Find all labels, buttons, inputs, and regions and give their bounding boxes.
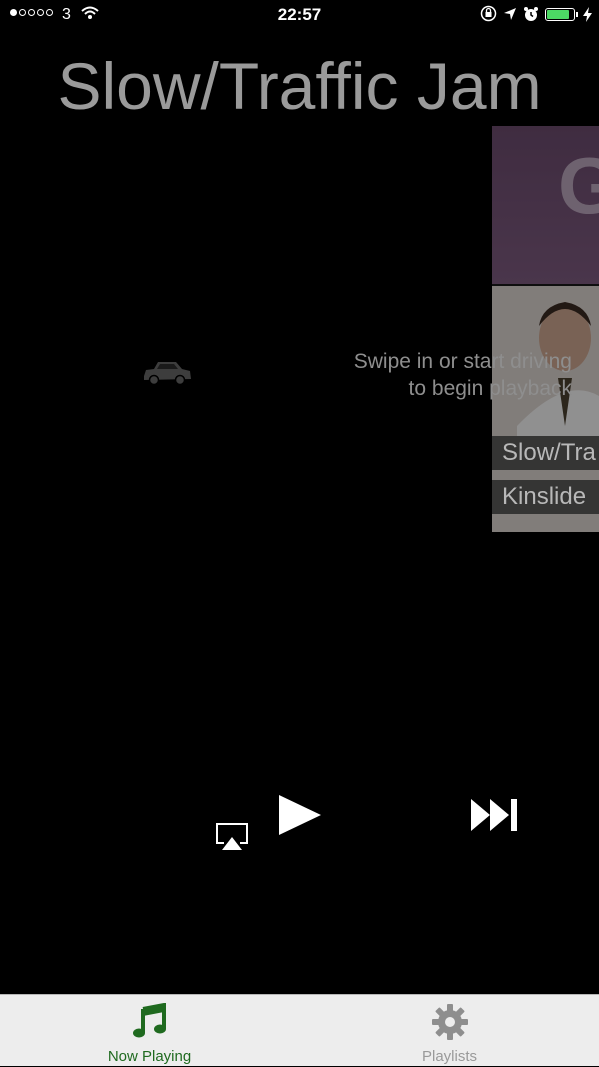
battery-icon	[545, 8, 575, 21]
rotation-lock-icon	[480, 5, 497, 27]
battery-level	[547, 10, 569, 19]
tab-label: Now Playing	[107, 1048, 192, 1065]
album-cover-carousel[interactable]: G Slow/Tra Kinslide	[492, 126, 599, 532]
carousel-label[interactable]: Slow/Tra	[492, 436, 599, 470]
swipe-hint-line-1: Swipe in or start driving	[353, 350, 572, 373]
tab-playlists[interactable]: Playlists	[300, 995, 599, 1067]
car-icon	[140, 356, 194, 393]
location-icon	[503, 7, 517, 26]
gear-icon	[431, 1003, 469, 1046]
tab-now-playing[interactable]: Now Playing	[0, 995, 299, 1067]
track-title: Slow/Traffic Jam	[57, 49, 542, 123]
music-note-icon	[132, 1002, 168, 1044]
play-button[interactable]	[277, 793, 323, 842]
tab-label: Playlists	[421, 1048, 477, 1065]
status-bar: 3 22:57	[0, 0, 599, 30]
alarm-icon	[523, 6, 539, 27]
swipe-hint-line-2: to begin playback	[408, 377, 572, 400]
charging-icon	[583, 7, 592, 27]
airplay-button[interactable]	[215, 822, 249, 857]
swipe-hint: Swipe in or start driving to begin playb…	[300, 348, 572, 402]
carousel-label[interactable]: Kinslide	[492, 480, 599, 514]
skip-forward-button[interactable]	[470, 797, 520, 838]
tab-bar: Now Playing Playlists	[0, 994, 599, 1066]
